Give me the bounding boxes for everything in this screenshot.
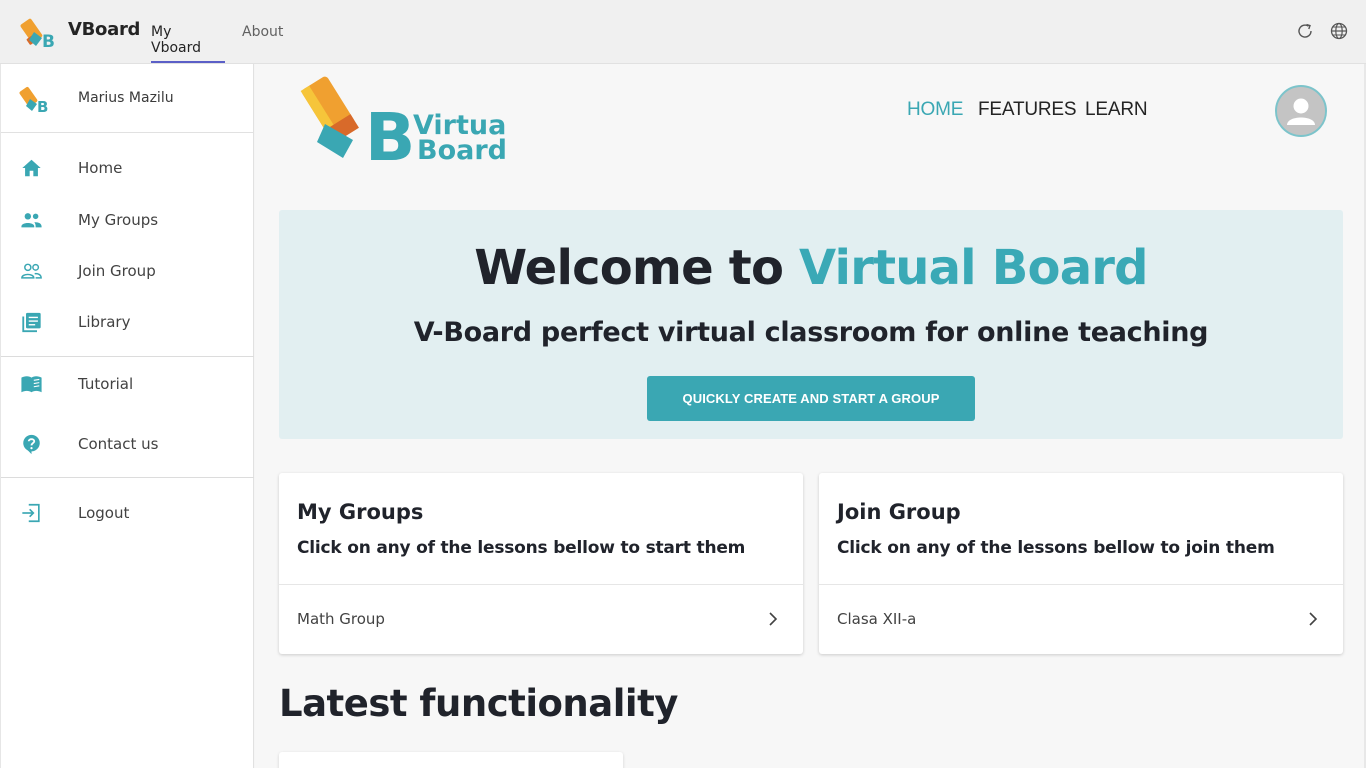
card-title: Join Group <box>837 500 961 524</box>
svg-text:B: B <box>42 32 55 50</box>
nav-link-home[interactable]: HOME <box>907 99 963 121</box>
card-title: My Groups <box>297 500 424 524</box>
globe-icon[interactable] <box>1329 21 1349 41</box>
feature-card[interactable] <box>279 752 623 768</box>
section-title: Latest functionality <box>279 682 678 725</box>
tab-about[interactable]: About <box>242 24 283 63</box>
virtual-board-logo[interactable]: B Virtual Board <box>295 72 505 166</box>
brand-line2: Board <box>417 135 505 166</box>
logout-icon <box>22 503 40 523</box>
sidebar-item-logout[interactable]: Logout <box>1 493 254 533</box>
join-group-card: Join Group Click on any of the lessons b… <box>819 473 1343 654</box>
sidebar-item-home[interactable]: Home <box>1 148 254 188</box>
user-profile-row[interactable]: B Marius Mazilu <box>1 64 254 133</box>
book-icon <box>21 376 42 393</box>
sidebar-item-label: Home <box>78 159 123 177</box>
list-item[interactable]: Math Group <box>279 585 803 654</box>
my-groups-card: My Groups Click on any of the lessons be… <box>279 473 803 654</box>
sidebar-item-label: Contact us <box>78 435 159 453</box>
card-description: Click on any of the lessons bellow to jo… <box>837 538 1275 558</box>
sidebar-item-label: Logout <box>78 504 130 522</box>
help-icon <box>23 434 40 455</box>
refresh-icon[interactable] <box>1295 21 1315 41</box>
home-icon <box>22 159 41 177</box>
hero-title: Welcome to Virtual Board <box>279 240 1343 296</box>
join-group-icon <box>21 263 42 279</box>
chevron-right-icon <box>1309 612 1318 626</box>
list-item[interactable]: Clasa XII-a <box>819 585 1343 654</box>
profile-avatar[interactable] <box>1275 85 1327 137</box>
app-name: VBoard <box>68 19 141 40</box>
sidebar-divider <box>1 356 254 357</box>
hero-title-accent: Virtual Board <box>799 240 1148 296</box>
sidebar-item-label: Join Group <box>78 262 156 280</box>
sidebar-item-contact-us[interactable]: Contact us <box>1 424 254 464</box>
title-bar: B VBoard My Vboard About <box>0 0 1366 64</box>
library-icon <box>22 312 41 333</box>
sidebar-item-tutorial[interactable]: Tutorial <box>1 364 254 404</box>
sidebar-divider <box>1 477 254 478</box>
groups-icon <box>21 213 42 228</box>
create-group-button[interactable]: QUICKLY CREATE AND START A GROUP <box>647 376 975 421</box>
sidebar-item-label: My Groups <box>78 211 159 229</box>
vboard-avatar-icon: B <box>19 86 48 114</box>
main-content: B Virtual Board HOME FEATURES LEARN Welc… <box>255 64 1366 768</box>
svg-text:B: B <box>37 98 48 114</box>
sidebar-item-my-groups[interactable]: My Groups <box>1 200 254 240</box>
sidebar: B Marius Mazilu Home My Groups Join Grou… <box>0 64 254 768</box>
user-name: Marius Mazilu <box>78 90 174 106</box>
user-icon <box>1287 98 1315 125</box>
nav-link-learn[interactable]: LEARN <box>1085 99 1148 121</box>
welcome-banner: Welcome to Virtual Board V-Board perfect… <box>279 210 1343 439</box>
nav-link-features[interactable]: FEATURES <box>978 99 1077 121</box>
tab-my-vboard[interactable]: My Vboard <box>151 24 225 63</box>
hero-title-prefix: Welcome to <box>474 240 800 296</box>
chevron-right-icon <box>769 612 778 626</box>
sidebar-item-label: Library <box>78 313 131 331</box>
brand-letter: B <box>365 99 415 166</box>
vboard-logo-icon: B <box>20 18 55 50</box>
hero-subtitle: V-Board perfect virtual classroom for on… <box>413 317 1209 348</box>
sidebar-item-label: Tutorial <box>78 375 134 393</box>
sidebar-item-library[interactable]: Library <box>1 302 254 342</box>
list-item-label: Clasa XII-a <box>837 610 917 628</box>
sidebar-item-join-group[interactable]: Join Group <box>1 251 254 291</box>
list-item-label: Math Group <box>297 610 385 628</box>
card-description: Click on any of the lessons bellow to st… <box>297 538 746 558</box>
